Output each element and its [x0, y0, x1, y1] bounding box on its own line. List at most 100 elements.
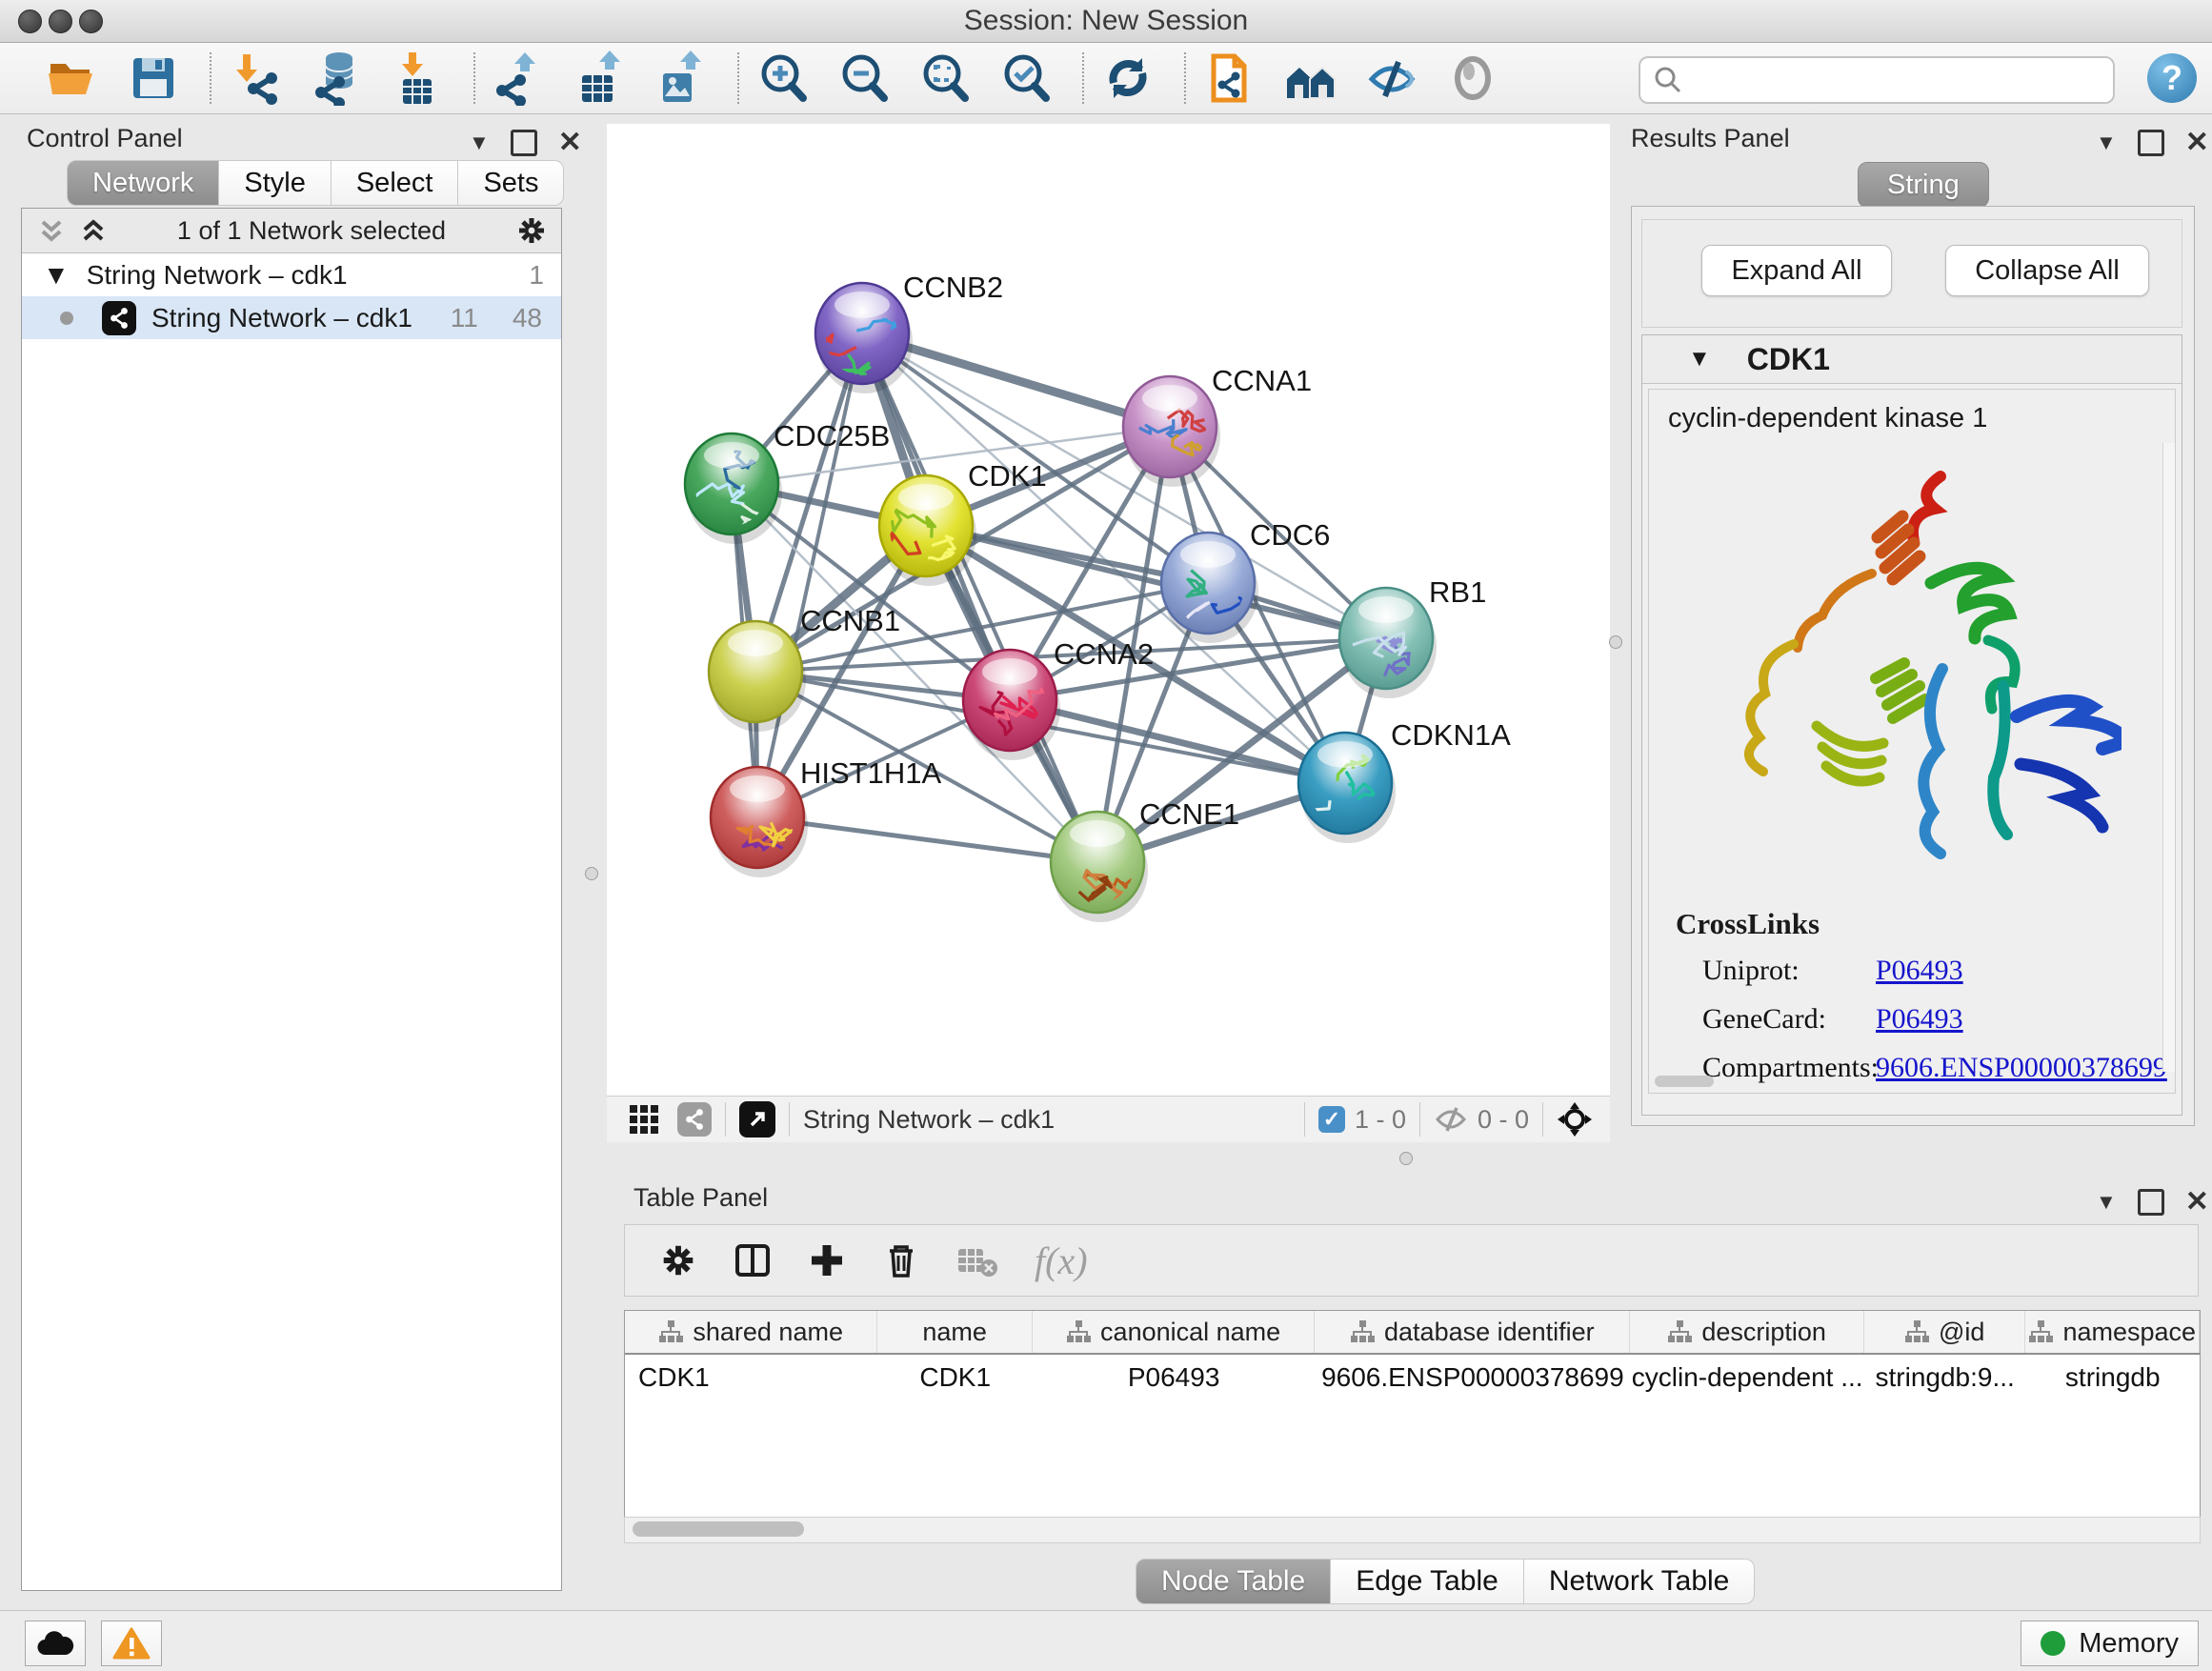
save-session-icon[interactable] [125, 50, 182, 107]
import-table-icon[interactable] [389, 50, 446, 107]
network-row[interactable]: String Network – cdk1 11 48 [22, 296, 561, 339]
node-gloss [730, 775, 785, 802]
panel-maximize-icon[interactable] [2138, 1189, 2164, 1216]
panel-float-icon[interactable]: ▼ [469, 131, 490, 155]
table-header-row: shared namenamecanonical namedatabase id… [625, 1311, 2200, 1355]
horizontal-splitter-handle[interactable] [1399, 1152, 1413, 1165]
toolbar-separator [473, 52, 475, 104]
hide-selected-icon[interactable] [1363, 50, 1420, 107]
column-header-shared-name[interactable]: shared name [625, 1311, 877, 1353]
node-label-CCNB1: CCNB1 [800, 604, 900, 637]
zoom-selected-icon[interactable] [997, 50, 1055, 107]
crosslink-link[interactable]: 9606.ENSP00000378699 [1876, 1052, 2167, 1084]
tab-style[interactable]: Style [219, 160, 331, 206]
column-header-name[interactable]: name [877, 1311, 1033, 1353]
gear-icon[interactable] [515, 214, 548, 247]
network-collection-row[interactable]: ▼ String Network – cdk1 1 [22, 253, 561, 296]
refresh-icon[interactable] [1099, 50, 1156, 107]
warnings-button[interactable] [101, 1621, 162, 1666]
panel-maximize-icon[interactable] [511, 130, 537, 156]
memory-button[interactable]: Memory [2021, 1621, 2199, 1666]
expand-all-button[interactable]: Expand All [1701, 245, 1892, 296]
column-header-description[interactable]: description [1630, 1311, 1863, 1353]
scrollbar-thumb[interactable] [633, 1521, 804, 1537]
zoom-fit-icon[interactable] [916, 50, 974, 107]
delete-column-icon[interactable] [882, 1241, 920, 1279]
delete-table-icon [956, 1241, 998, 1279]
network-bullet-icon [60, 312, 73, 325]
tab-network[interactable]: Network [67, 160, 219, 206]
table-cell: CDK1 [625, 1362, 877, 1393]
collapse-all-icon[interactable] [37, 216, 66, 245]
disclosure-triangle-icon[interactable]: ▼ [1688, 346, 1711, 372]
export-image-icon[interactable] [653, 50, 710, 107]
export-network-icon[interactable] [491, 50, 548, 107]
string-view-icon[interactable] [677, 1102, 712, 1137]
search-icon [1652, 64, 1684, 96]
toolbar-separator [1082, 52, 1084, 104]
left-splitter-handle[interactable] [585, 867, 598, 880]
column-header-namespace[interactable]: namespace [2025, 1311, 2200, 1353]
export-table-icon[interactable] [572, 50, 629, 107]
tab-sets[interactable]: Sets [458, 160, 564, 206]
help-icon[interactable]: ? [2147, 53, 2197, 103]
tab-node-table[interactable]: Node Table [1136, 1559, 1331, 1604]
column-header-canonical-name[interactable]: canonical name [1033, 1311, 1315, 1353]
column-header-@id[interactable]: @id [1864, 1311, 2026, 1353]
crosslink-row: Uniprot:P06493 [1702, 955, 2175, 987]
expand-all-icon[interactable] [79, 216, 108, 245]
string-network-icon [102, 301, 136, 335]
first-neighbors-icon[interactable] [1282, 50, 1339, 107]
network-canvas[interactable]: CCNB2 CCNA1 CDC25B CDK1 CDC6 RB1 CCNB1 C… [607, 124, 1610, 1096]
network-edge-count: 48 [513, 303, 542, 333]
toolbar-separator [737, 52, 739, 104]
zoom-out-icon[interactable] [835, 50, 893, 107]
open-session-icon[interactable] [44, 50, 101, 107]
string-results-card: Expand All Collapse All ▼ CDK1 cyclin-de… [1631, 206, 2195, 1126]
crosslink-link[interactable]: P06493 [1876, 1003, 1963, 1036]
title-bar: Session: New Session [0, 0, 2212, 43]
pan-crosshair-icon[interactable] [1557, 1101, 1593, 1137]
table-row[interactable]: CDK1CDK1P064939606.ENSP00000378699cyclin… [625, 1355, 2200, 1400]
cloud-button[interactable] [25, 1621, 86, 1666]
table-cell: cyclin-dependent ... [1630, 1362, 1863, 1393]
show-columns-icon[interactable] [734, 1241, 772, 1279]
tab-edge-table[interactable]: Edge Table [1331, 1559, 1524, 1604]
table-horizontal-scrollbar[interactable] [624, 1517, 2201, 1543]
panel-float-icon[interactable]: ▼ [2096, 1190, 2117, 1215]
birds-eye-view-icon[interactable] [628, 1103, 660, 1136]
add-column-icon[interactable] [808, 1241, 846, 1279]
results-vertical-scrollbar[interactable] [2162, 443, 2175, 1072]
network-edge-HIST1H1A-CCNE1[interactable] [757, 817, 1097, 862]
disclosure-triangle-icon[interactable]: ▼ [43, 260, 70, 291]
open-in-window-icon[interactable] [739, 1101, 775, 1137]
tab-string[interactable]: String [1858, 162, 1989, 208]
hidden-eye-icon[interactable] [1434, 1105, 1468, 1134]
panel-maximize-icon[interactable] [2138, 130, 2164, 156]
tab-select[interactable]: Select [332, 160, 459, 206]
panel-float-icon[interactable]: ▼ [2096, 131, 2117, 155]
column-header-database-identifier[interactable]: database identifier [1315, 1311, 1630, 1353]
selected-checkbox-icon[interactable]: ✓ [1318, 1106, 1345, 1133]
node-gloss [1317, 741, 1373, 768]
node-label-RB1: RB1 [1429, 575, 1486, 609]
panel-close-icon[interactable]: ✕ [2185, 1185, 2209, 1218]
import-network-icon[interactable] [227, 50, 284, 107]
panel-close-icon[interactable]: ✕ [2185, 126, 2209, 159]
panel-close-icon[interactable]: ✕ [558, 126, 582, 159]
search-input[interactable] [1692, 65, 2113, 96]
network-view-toolbar: String Network – cdk1 ✓ 1 - 0 0 - 0 [607, 1096, 1610, 1142]
new-network-from-selection-icon[interactable] [1201, 50, 1258, 107]
entry-header[interactable]: ▼ CDK1 [1642, 335, 2182, 384]
collapse-all-button[interactable]: Collapse All [1945, 245, 2149, 296]
crosslink-link[interactable]: P06493 [1876, 955, 1963, 987]
table-options-gear-icon[interactable] [659, 1241, 697, 1279]
import-database-icon[interactable] [308, 50, 365, 107]
results-horizontal-scrollbar[interactable] [1655, 1076, 1714, 1087]
search-field[interactable] [1639, 56, 2115, 104]
node-label-CCNA2: CCNA2 [1054, 637, 1154, 671]
node-label-CCNA1: CCNA1 [1212, 364, 1312, 397]
zoom-in-icon[interactable] [754, 50, 812, 107]
tab-network-table[interactable]: Network Table [1524, 1559, 1756, 1604]
show-all-icon[interactable] [1444, 50, 1501, 107]
